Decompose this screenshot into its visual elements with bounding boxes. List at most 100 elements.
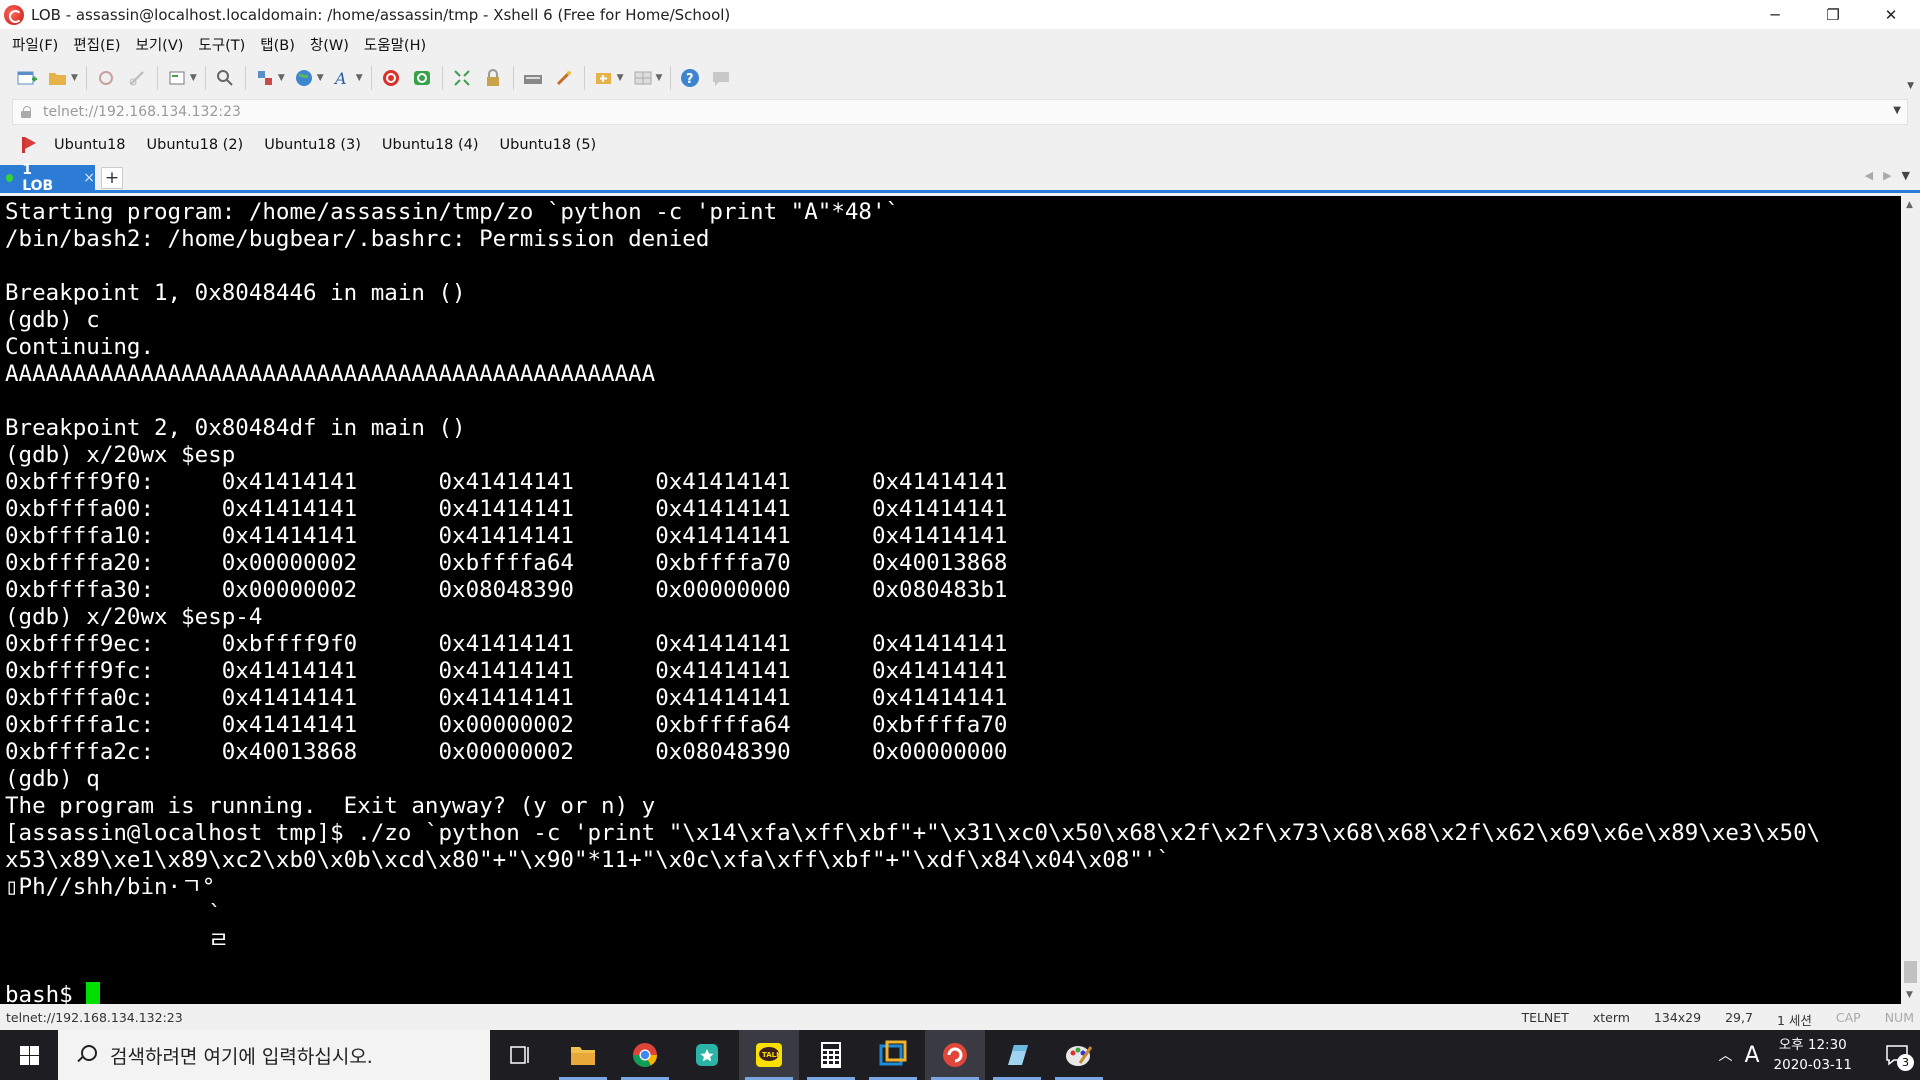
virtualbox-icon[interactable] — [863, 1030, 923, 1080]
calculator-icon[interactable] — [801, 1030, 861, 1080]
kakaotalk-icon[interactable]: TALK — [739, 1030, 799, 1080]
terminal-line: AAAAAAAAAAAAAAAAAAAAAAAAAAAAAAAAAAAAAAAA… — [5, 361, 656, 387]
chevron-down-icon[interactable]: ▼ — [1893, 105, 1901, 116]
tab-prev-icon[interactable]: ◀ — [1865, 169, 1883, 182]
toolbar-separator — [204, 66, 206, 90]
file-explorer-icon[interactable] — [553, 1030, 613, 1080]
status-term: xterm — [1592, 1010, 1630, 1025]
toolbar-separator — [85, 66, 87, 90]
store-icon[interactable] — [677, 1030, 737, 1080]
fullscreen-icon[interactable] — [451, 67, 473, 89]
restore-button[interactable]: ❐ — [1804, 0, 1862, 29]
notification-center-button[interactable]: 3 — [1874, 1030, 1920, 1080]
link-ubuntu18-3[interactable]: Ubuntu18 (3) — [264, 137, 361, 153]
terminal-line: Continuing. — [5, 334, 155, 360]
notepad-icon[interactable] — [987, 1030, 1047, 1080]
close-button[interactable]: ✕ — [1862, 0, 1920, 29]
status-size: 134x29 — [1653, 1010, 1702, 1025]
tab-next-icon[interactable]: ▶ — [1883, 169, 1901, 182]
layout-icon[interactable] — [632, 67, 654, 89]
minimize-button[interactable]: ─ — [1746, 0, 1804, 29]
link-ubuntu18-2[interactable]: Ubuntu18 (2) — [147, 137, 244, 153]
globe-icon[interactable] — [293, 67, 315, 89]
chevron-down-icon[interactable]: ▼ — [71, 73, 78, 83]
reconnect-icon[interactable] — [95, 67, 117, 89]
chat-icon[interactable] — [710, 67, 732, 89]
new-session-icon[interactable] — [16, 67, 38, 89]
chevron-down-icon[interactable]: ▼ — [1907, 81, 1914, 91]
chevron-down-icon[interactable]: ▼ — [656, 73, 663, 83]
status-bar: telnet://192.168.134.132:23 TELNET xterm… — [0, 1004, 1920, 1030]
windows-logo-icon — [19, 1045, 39, 1065]
menu-file[interactable]: 파일(F) — [12, 34, 58, 55]
terminal-line: 0xbffff9fc: 0x41414141 0x41414141 0x4141… — [5, 658, 1008, 684]
scrollbar-thumb[interactable] — [1904, 961, 1917, 983]
tab-close-icon[interactable]: × — [83, 170, 95, 186]
chevron-down-icon[interactable]: ▼ — [356, 73, 363, 83]
window-title: LOB - assassin@localhost.localdomain: /h… — [31, 5, 731, 24]
find-icon[interactable] — [214, 67, 236, 89]
tab-label: 1 LOB — [22, 161, 54, 194]
paint-icon[interactable] — [1049, 1030, 1109, 1080]
disconnect-icon[interactable] — [126, 67, 148, 89]
menu-tools[interactable]: 도구(T) — [198, 34, 245, 55]
open-folder-icon[interactable] — [47, 67, 69, 89]
clock[interactable]: 오후 12:30 2020-03-11 — [1774, 1035, 1852, 1075]
terminal-output[interactable]: Starting program: /home/assassin/tmp/zo … — [0, 196, 1901, 1004]
ime-indicator[interactable]: A — [1744, 1043, 1759, 1068]
chevron-down-icon[interactable]: ▼ — [617, 73, 624, 83]
compose-icon[interactable] — [593, 67, 615, 89]
menu-view[interactable]: 보기(V) — [136, 34, 184, 55]
lock-icon — [21, 106, 33, 118]
status-connection: telnet://192.168.134.132:23 — [6, 1010, 183, 1025]
bookmark-flag-icon[interactable] — [20, 136, 38, 154]
terminal-cursor — [86, 982, 101, 1004]
toolbar-separator — [370, 66, 372, 90]
chevron-down-icon[interactable]: ▼ — [278, 73, 285, 83]
address-bar[interactable]: telnet://192.168.134.132:23 ▼ — [12, 99, 1908, 125]
menu-edit[interactable]: 편집(E) — [73, 34, 120, 55]
menu-window[interactable]: 창(W) — [310, 34, 349, 55]
taskbar-search[interactable]: 검색하려면 여기에 입력하십시오. — [58, 1030, 490, 1080]
status-num: NUM — [1884, 1010, 1914, 1025]
task-view-icon[interactable] — [490, 1030, 550, 1080]
xshell-app-icon[interactable] — [4, 4, 24, 25]
clock-date: 2020-03-11 — [1773, 1057, 1852, 1073]
help-icon[interactable]: ? — [679, 67, 701, 89]
xmanager-icon[interactable] — [411, 67, 433, 89]
transfer-icon[interactable] — [254, 67, 276, 89]
font-icon[interactable]: A — [332, 67, 354, 89]
start-button[interactable] — [0, 1030, 58, 1080]
menu-help[interactable]: 도움말(H) — [364, 34, 426, 55]
xftp-icon[interactable] — [380, 67, 402, 89]
scroll-down-icon[interactable]: ▼ — [1906, 990, 1913, 1000]
title-bar: LOB - assassin@localhost.localdomain: /h… — [0, 0, 1920, 29]
links-bar: Ubuntu18 Ubuntu18 (2) Ubuntu18 (3) Ubunt… — [0, 131, 1920, 159]
properties-icon[interactable] — [166, 67, 188, 89]
script-icon[interactable] — [553, 67, 575, 89]
chevron-down-icon[interactable]: ▼ — [190, 73, 197, 83]
menu-tab[interactable]: 탭(B) — [260, 34, 295, 55]
xshell-icon[interactable] — [925, 1030, 985, 1080]
scroll-up-icon[interactable]: ▲ — [1906, 200, 1913, 210]
chevron-up-icon[interactable]: ︿ — [1718, 1045, 1732, 1065]
link-ubuntu18-4[interactable]: Ubuntu18 (4) — [382, 137, 479, 153]
toolbar-separator — [512, 66, 514, 90]
new-tab-button[interactable]: + — [101, 167, 123, 189]
terminal-line: 0xbffffa10: 0x41414141 0x41414141 0x4141… — [5, 523, 1008, 549]
terminal-line: 0xbffffa00: 0x41414141 0x41414141 0x4141… — [5, 496, 1008, 522]
lock-icon[interactable] — [482, 67, 504, 89]
link-ubuntu18-5[interactable]: Ubuntu18 (5) — [500, 137, 597, 153]
address-input[interactable]: telnet://192.168.134.132:23 — [43, 104, 241, 120]
terminal-line: (gdb) c — [5, 307, 100, 333]
terminal-scrollbar[interactable]: ▲ ▼ — [1901, 196, 1920, 1004]
chevron-down-icon[interactable]: ▼ — [317, 73, 324, 83]
link-ubuntu18[interactable]: Ubuntu18 — [54, 137, 126, 153]
terminal-line: 0xbffff9f0: 0x41414141 0x41414141 0x4141… — [5, 469, 1008, 495]
tab-lob[interactable]: 1 LOB × — [0, 162, 95, 194]
terminal-line: 0xbffffa0c: 0x41414141 0x41414141 0x4141… — [5, 685, 1008, 711]
chevron-down-icon[interactable]: ▼ — [1902, 169, 1910, 182]
chrome-icon[interactable] — [615, 1030, 675, 1080]
keyboard-icon[interactable] — [522, 67, 544, 89]
